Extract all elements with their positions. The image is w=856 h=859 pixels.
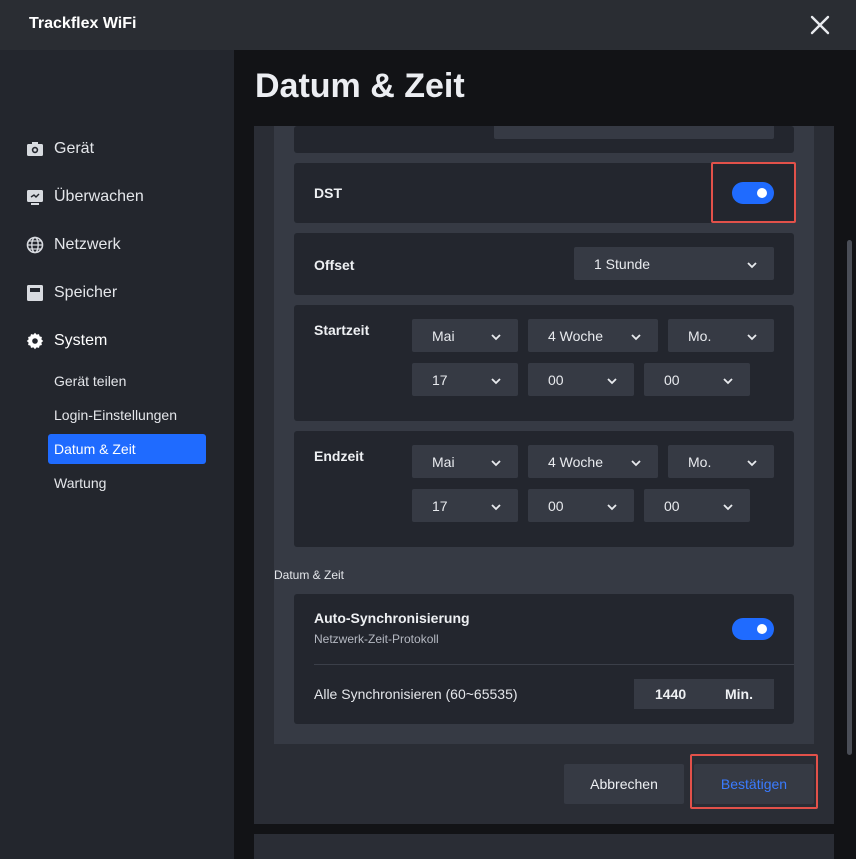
offset-select[interactable]: 1 Stunde	[574, 247, 774, 280]
sync-interval-value: 1440	[655, 686, 687, 702]
chevron-down-icon	[490, 500, 502, 512]
sidebar-item-label: Netzwerk	[54, 236, 121, 253]
end-month-select[interactable]: Mai	[412, 445, 518, 478]
sidebar-item-network[interactable]: Netzwerk	[26, 232, 121, 258]
close-icon	[810, 15, 830, 35]
start-month-value: Mai	[432, 327, 455, 344]
start-hour-select[interactable]: 17	[412, 363, 518, 396]
end-hour-select[interactable]: 17	[412, 489, 518, 522]
toggle-knob	[757, 624, 767, 634]
end-minute-select[interactable]: 00	[528, 489, 634, 522]
app-title: Trackflex WiFi	[29, 15, 137, 32]
auto-sync-label: Auto-Synchronisierung	[314, 610, 470, 626]
chevron-down-icon	[722, 374, 734, 386]
section-caption: Datum & Zeit	[274, 568, 345, 582]
sidebar-item-monitor[interactable]: Überwachen	[26, 184, 144, 210]
timezone-select[interactable]	[494, 126, 774, 139]
sidebar-item-device[interactable]: Gerät	[26, 136, 94, 162]
dst-label: DST	[314, 185, 342, 201]
chevron-down-icon	[630, 456, 642, 468]
close-button[interactable]	[806, 11, 834, 39]
end-minute-value: 00	[548, 497, 564, 514]
main-content: Datum & Zeit DST Offset 1 Stunde Startze…	[234, 50, 856, 859]
end-day-value: Mo.	[688, 453, 712, 470]
cancel-button[interactable]: Abbrechen	[564, 764, 684, 804]
sidebar-item-label: Speicher	[54, 284, 118, 301]
storage-icon	[26, 284, 44, 302]
end-week-value: 4 Woche	[548, 453, 603, 470]
end-month-value: Mai	[432, 453, 455, 470]
chevron-down-icon	[746, 456, 758, 468]
divider	[314, 664, 794, 665]
chevron-down-icon	[606, 374, 618, 386]
auto-sync-sublabel: Netzwerk-Zeit-Protokoll	[314, 632, 439, 646]
auto-sync-card: Auto-Synchronisierung Netzwerk-Zeit-Prot…	[294, 594, 794, 724]
sync-interval-unit: Min.	[725, 686, 753, 702]
chevron-down-icon	[490, 374, 502, 386]
offset-row: Offset 1 Stunde	[294, 233, 794, 295]
chevron-down-icon	[746, 330, 758, 342]
offset-label: Offset	[314, 257, 355, 273]
start-hour-value: 17	[432, 371, 448, 388]
sidebar-item-label: Gerät	[54, 140, 95, 157]
end-week-select[interactable]: 4 Woche	[528, 445, 658, 478]
sidebar-item-system[interactable]: System	[26, 328, 107, 354]
start-day-select[interactable]: Mo.	[668, 319, 774, 352]
monitor-icon	[26, 188, 44, 206]
sync-interval-input[interactable]: 1440 Min.	[634, 679, 774, 709]
start-week-value: 4 Woche	[548, 327, 603, 344]
end-second-select[interactable]: 00	[644, 489, 750, 522]
chevron-down-icon	[606, 500, 618, 512]
start-time-label: Startzeit	[314, 322, 370, 338]
start-second-value: 00	[664, 371, 680, 388]
chevron-down-icon	[746, 258, 758, 270]
timezone-row	[294, 126, 794, 153]
sidebar-subitem-login-settings[interactable]: Login-Einstellungen	[48, 400, 206, 430]
title-bar: Trackflex WiFi	[0, 0, 856, 50]
start-month-select[interactable]: Mai	[412, 319, 518, 352]
offset-value: 1 Stunde	[594, 255, 651, 272]
end-second-value: 00	[664, 497, 680, 514]
sidebar-item-label: Überwachen	[54, 188, 144, 205]
camera-icon	[26, 140, 44, 158]
globe-icon	[26, 236, 44, 254]
sidebar-item-storage[interactable]: Speicher	[26, 280, 117, 306]
sync-interval-label: Alle Synchronisieren (60~65535)	[314, 686, 518, 702]
auto-sync-toggle[interactable]	[732, 618, 774, 640]
start-minute-value: 00	[548, 371, 564, 388]
start-day-value: Mo.	[688, 327, 712, 344]
page-title: Datum & Zeit	[255, 67, 465, 105]
sidebar-subitem-maintenance[interactable]: Wartung	[48, 468, 206, 498]
sidebar-item-label: System	[54, 332, 108, 349]
start-time-row: Startzeit Mai 4 Woche Mo. 17 00 00	[294, 305, 794, 421]
chevron-down-icon	[722, 500, 734, 512]
end-time-row: Endzeit Mai 4 Woche Mo. 17 00 00	[294, 431, 794, 547]
sidebar-subitem-date-time[interactable]: Datum & Zeit	[48, 434, 206, 464]
sidebar-subitem-share-device[interactable]: Gerät teilen	[48, 366, 206, 396]
end-time-label: Endzeit	[314, 448, 364, 464]
end-hour-value: 17	[432, 497, 448, 514]
sidebar: Gerät Überwachen Netzwerk Speicher Syste…	[0, 50, 234, 859]
end-day-select[interactable]: Mo.	[668, 445, 774, 478]
settings-panel: DST Offset 1 Stunde Startzeit Mai 4 Woch…	[254, 126, 834, 824]
next-section-strip	[254, 834, 834, 859]
dst-toggle-highlight	[711, 162, 796, 223]
chevron-down-icon	[490, 456, 502, 468]
confirm-button-highlight	[690, 754, 818, 809]
gear-icon	[26, 332, 44, 350]
chevron-down-icon	[490, 330, 502, 342]
start-minute-select[interactable]: 00	[528, 363, 634, 396]
chevron-down-icon	[630, 330, 642, 342]
start-second-select[interactable]: 00	[644, 363, 750, 396]
start-week-select[interactable]: 4 Woche	[528, 319, 658, 352]
scrollbar[interactable]	[847, 240, 852, 755]
